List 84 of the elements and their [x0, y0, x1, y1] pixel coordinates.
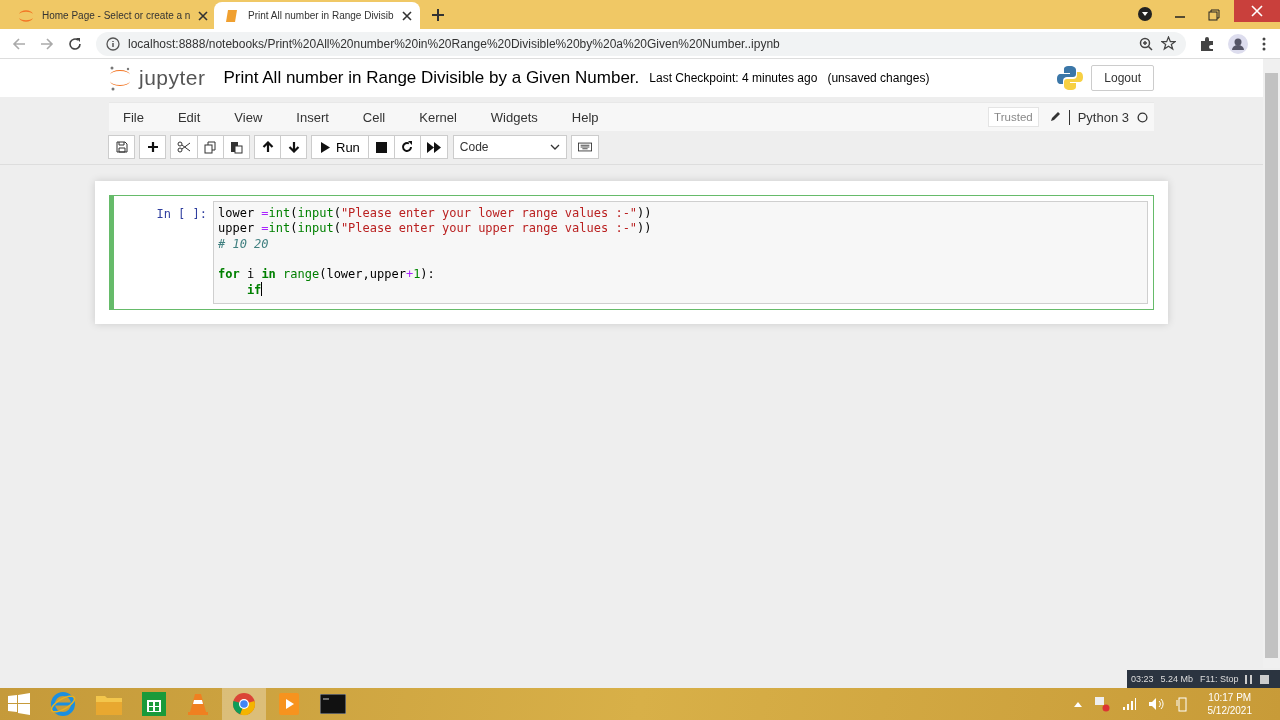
pencil-icon[interactable] [1048, 111, 1061, 123]
close-icon[interactable] [198, 10, 209, 21]
restart-button[interactable] [393, 135, 421, 159]
cell-type-dropdown[interactable]: Code [452, 135, 567, 159]
stop-hint: F11: Stop [1200, 674, 1239, 684]
arrow-up-icon [261, 141, 274, 153]
fast-forward-button[interactable] [419, 135, 448, 159]
pause-icon[interactable] [1245, 674, 1254, 684]
notebook-title[interactable]: Print All number in Range Divisible by a Given Number. [223, 68, 640, 88]
flag-icon[interactable] [1093, 696, 1110, 712]
browser-tab[interactable]: Home Page - Select or create a n [8, 2, 214, 29]
python-logo-icon [1057, 65, 1084, 91]
keyboard-icon [577, 142, 592, 152]
store-icon[interactable] [142, 692, 166, 716]
menu-item[interactable]: Insert [282, 109, 341, 125]
save-button[interactable] [108, 135, 135, 159]
arrow-down-icon [287, 141, 300, 153]
code-line: for i in range(lower,upper+1): [218, 267, 435, 282]
tab-title: Print All number in Range Divisib [248, 10, 394, 21]
address-field[interactable]: localhost:8888/notebooks/Print%20All%20number%20in%20Range%20Divisible%20by%20a%20Given%20Number..ipynb [96, 31, 1186, 56]
jupyter-logo-text[interactable]: jupyter [139, 66, 206, 90]
terminal-icon[interactable] [320, 694, 346, 714]
menu-item[interactable]: Help [557, 109, 611, 125]
menu-item[interactable]: Widgets [476, 109, 550, 125]
paste-button[interactable] [223, 135, 250, 159]
checkpoint-text: Last Checkpoint: 4 minutes ago [649, 71, 818, 85]
traffic-cone-icon[interactable] [186, 692, 210, 716]
close-window-button[interactable] [1234, 0, 1280, 22]
menu-item[interactable]: Cell [348, 109, 398, 125]
book-icon [224, 7, 240, 24]
jupyter-icon [18, 8, 34, 23]
puzzle-icon[interactable] [1200, 36, 1214, 51]
code-line: # 10 20 [218, 236, 269, 251]
close-icon[interactable] [401, 10, 412, 21]
copy-icon [204, 140, 217, 154]
menu-item[interactable]: Edit [163, 109, 213, 125]
jupyter-logo-icon[interactable] [109, 65, 131, 91]
keyboard-button[interactable] [570, 135, 599, 159]
stop-icon[interactable] [1260, 674, 1270, 684]
menu-item[interactable]: View [220, 109, 275, 125]
add-cell-button[interactable] [139, 135, 166, 159]
kernel-name[interactable]: Python 3 [1068, 109, 1129, 125]
browser-icon [232, 692, 256, 716]
star-icon [1161, 36, 1176, 51]
code-line: if [245, 283, 263, 298]
stop-icon [375, 141, 387, 153]
reload-icon[interactable] [68, 36, 82, 51]
recording-time: 03:23 [1131, 674, 1154, 684]
code-line: lower =int(input("Please enter your lower range values :-")) [218, 206, 652, 220]
tab-title: Home Page - Select or create a n [42, 10, 191, 21]
cut-button[interactable] [170, 135, 198, 159]
fast-forward-icon [426, 141, 441, 153]
input-prompt: In [ ]: [155, 206, 207, 223]
browser-tab[interactable]: Print All number in Range Divisib [214, 2, 420, 29]
avatar-icon[interactable] [1228, 33, 1248, 54]
menu-icon[interactable] [1262, 36, 1266, 51]
kernel-idle-icon [1137, 111, 1148, 123]
caret-icon [549, 144, 560, 150]
close-icon [1251, 5, 1263, 17]
info-icon [106, 36, 120, 51]
menu-item[interactable]: File [109, 109, 156, 125]
code-editor[interactable]: lower =int(input("Please enter your lower range values :-")) upper =int(input("Please enter your upper range values :-")) # 10 20 for i in range(lower,upper+1): if [213, 201, 1148, 304]
save-icon [115, 141, 128, 153]
logout-button[interactable]: Logout [1091, 65, 1154, 91]
play-icon [320, 141, 330, 153]
new-tab-icon[interactable] [432, 9, 444, 21]
scissors-icon [177, 141, 191, 153]
stop-button[interactable] [367, 135, 395, 159]
code-line: upper =int(input("Please enter your upper range values :-")) [218, 221, 652, 236]
media-icon[interactable] [1138, 7, 1152, 21]
restart-icon [401, 141, 414, 153]
recording-size: 5.24 Mb [1160, 674, 1194, 684]
zoom-icon [1139, 36, 1153, 51]
trusted-indicator[interactable]: Trusted [988, 107, 1039, 127]
menu-item[interactable]: Kernel [405, 109, 469, 125]
unsaved-text: (unsaved changes) [827, 71, 930, 85]
move-up-button[interactable] [254, 135, 281, 159]
plus-icon [146, 141, 159, 153]
paste-icon [230, 140, 243, 154]
move-down-button[interactable] [280, 135, 307, 159]
code-cell[interactable]: In [ ]: lower =int(input("Please enter your lower range values :-")) upper =int(input("Please enter your upper range values :-")) # 10 20 for i in range(lower,upper+1): if [109, 195, 1154, 310]
maximize-icon[interactable] [1208, 9, 1220, 21]
run-button[interactable]: Run [311, 135, 369, 159]
windows-start-icon[interactable] [8, 693, 30, 715]
